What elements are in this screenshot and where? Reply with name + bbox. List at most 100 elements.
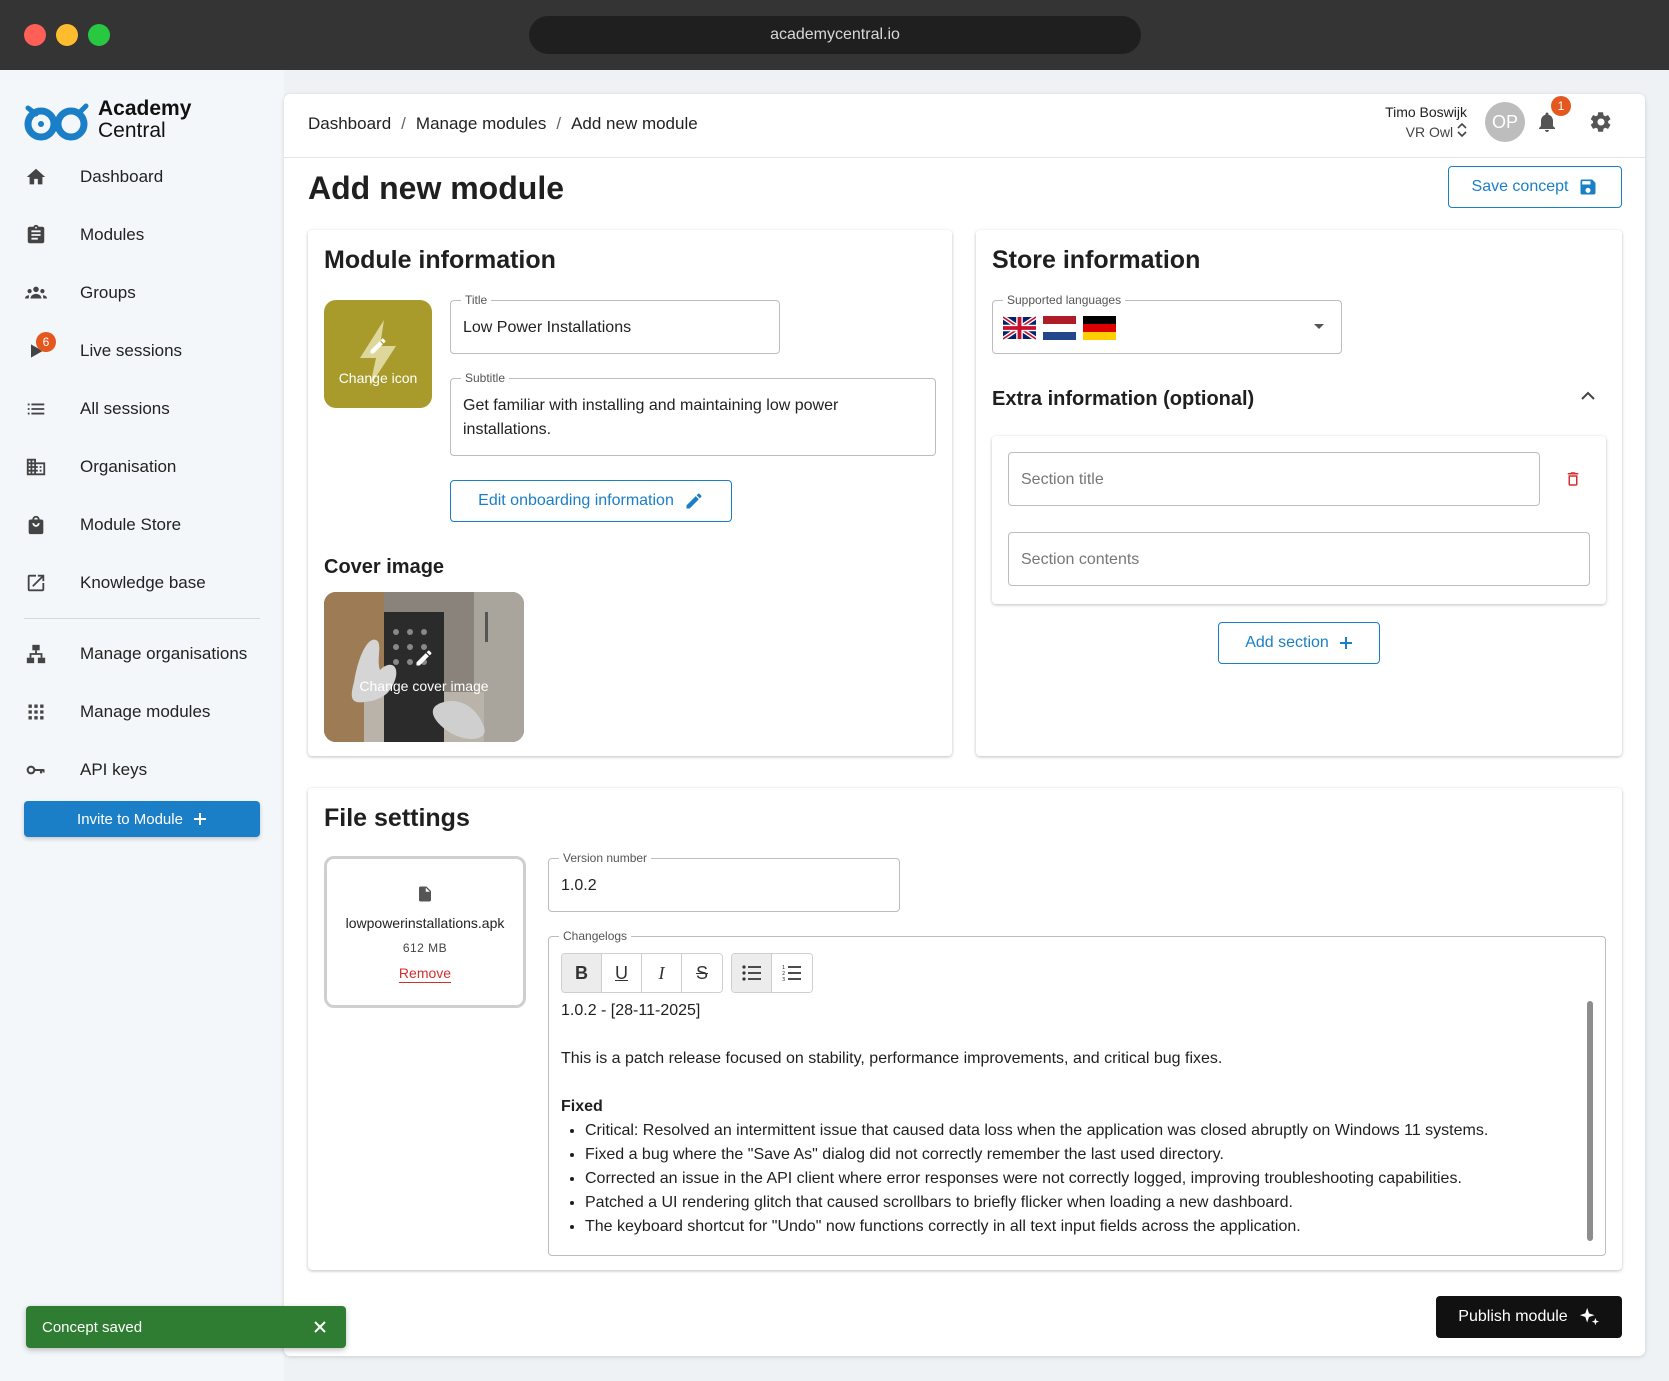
list-item: Corrected an issue in the API client whe… — [585, 1167, 1581, 1191]
changelog-editor[interactable]: Changelogs B U I S 123 1.0.2 - [28-11-20… — [548, 929, 1606, 1256]
extra-section-box: Section title Section contents — [992, 436, 1606, 604]
sidebar-item-manage-organisations[interactable]: Manage organisations — [0, 625, 284, 683]
version-input[interactable]: 1.0.2 — [561, 874, 597, 898]
sidebar-item-modules[interactable]: Modules — [0, 206, 284, 264]
edit-onboarding-button[interactable]: Edit onboarding information — [450, 480, 732, 522]
breadcrumb: Dashboard / Manage modules / Add new mod… — [308, 114, 698, 134]
change-icon-label: Change icon — [338, 370, 418, 386]
underline-button[interactable]: U — [602, 954, 642, 992]
topbar: Dashboard / Manage modules / Add new mod… — [284, 94, 1645, 158]
remove-label: Remove — [398, 965, 452, 983]
section-contents-input[interactable]: Section contents — [1008, 532, 1590, 586]
sidebar-item-live-sessions[interactable]: 6 Live sessions — [0, 322, 284, 380]
clipboard-icon — [24, 223, 48, 247]
grid-icon — [24, 700, 48, 724]
brand-line2: Central — [98, 119, 166, 142]
list-item: Critical: Resolved an intermittent issue… — [585, 1119, 1581, 1143]
uk-flag-icon — [1003, 316, 1036, 340]
supported-languages-select[interactable]: Supported languages — [992, 293, 1342, 354]
sidebar-item-label: Module Store — [80, 515, 182, 534]
external-link-icon — [24, 571, 48, 595]
minimize-window-button[interactable] — [56, 24, 78, 46]
title-field[interactable]: Title Low Power Installations — [450, 293, 780, 354]
sidebar-item-label: Groups — [80, 283, 136, 302]
store-information-card: Store information Supported languages Ex… — [976, 230, 1622, 756]
sidebar-item-module-store[interactable]: Module Store — [0, 496, 284, 554]
avatar[interactable]: OP — [1485, 102, 1525, 142]
list-item: Fixed a bug where the "Save As" dialog d… — [585, 1143, 1581, 1167]
save-icon — [1580, 179, 1596, 195]
sidebar-item-label: Modules — [80, 225, 145, 244]
list-button-group: 123 — [731, 953, 813, 993]
unfold-icon — [1457, 122, 1467, 138]
save-concept-button[interactable]: Save concept — [1448, 166, 1622, 208]
sidebar-item-label: API keys — [80, 760, 148, 779]
user-switcher[interactable]: Timo Boswijk VR Owl — [1385, 102, 1467, 142]
window-titlebar: academycentral.io — [0, 0, 1669, 70]
section-title-input[interactable]: Section title — [1008, 452, 1540, 506]
sidebar-item-knowledge-base[interactable]: Knowledge base — [0, 554, 284, 612]
bold-button[interactable]: B — [562, 954, 602, 992]
user-org-label: VR Owl — [1405, 124, 1454, 140]
title-input[interactable]: Low Power Installations — [463, 316, 631, 340]
store-information-heading: Store information — [992, 246, 1201, 274]
sidebar-item-manage-modules[interactable]: Manage modules — [0, 683, 284, 741]
add-section-button[interactable]: Add section — [1218, 622, 1380, 664]
edit-onboarding-label: Edit onboarding information — [478, 492, 674, 509]
delete-icon[interactable] — [1564, 468, 1582, 490]
subtitle-field[interactable]: Subtitle Get familiar with installing an… — [450, 371, 936, 456]
sidebar-item-groups[interactable]: Groups — [0, 264, 284, 322]
close-window-button[interactable] — [24, 24, 46, 46]
module-icon-tile[interactable]: Change icon — [324, 300, 432, 408]
changelog-content[interactable]: 1.0.2 - [28-11-2025] This is a patch rel… — [561, 999, 1581, 1239]
netherlands-flag-icon — [1043, 316, 1076, 340]
user-name: Timo Boswijk — [1385, 104, 1467, 120]
strikethrough-button[interactable]: S — [682, 954, 722, 992]
sparkle-icon — [1579, 1307, 1599, 1326]
remove-file-link[interactable]: Remove — [327, 965, 523, 983]
close-icon[interactable] — [310, 1317, 330, 1337]
sidebar-item-label: Manage modules — [80, 702, 211, 721]
editor-scrollbar[interactable] — [1587, 1001, 1593, 1241]
sidebar-item-organisation[interactable]: Organisation — [0, 438, 284, 496]
sidebar-item-label: Organisation — [80, 457, 177, 476]
sidebar-item-dashboard[interactable]: Dashboard — [0, 148, 284, 206]
main-panel: Dashboard / Manage modules / Add new mod… — [284, 94, 1645, 1356]
building-icon — [24, 455, 48, 479]
editor-toolbar: B U I S 123 — [561, 953, 813, 993]
dropdown-arrow-icon[interactable] — [1313, 323, 1325, 331]
section-contents-placeholder: Section contents — [1021, 551, 1140, 568]
publish-module-button[interactable]: Publish module — [1436, 1296, 1622, 1338]
italic-button[interactable]: I — [642, 954, 682, 992]
sidebar-item-api-keys[interactable]: API keys — [0, 741, 284, 799]
notification-badge: 1 — [1551, 96, 1571, 116]
cover-image[interactable]: Change cover image — [324, 592, 524, 742]
subtitle-input[interactable]: Get familiar with installing and maintai… — [463, 394, 893, 442]
file-icon — [419, 886, 431, 902]
breadcrumb-dashboard[interactable]: Dashboard — [308, 114, 391, 134]
live-sessions-badge: 6 — [36, 332, 56, 352]
version-number-field[interactable]: Version number 1.0.2 — [548, 851, 900, 912]
bulleted-list-button[interactable] — [732, 954, 772, 992]
page-title: Add new module — [308, 170, 564, 206]
maximize-window-button[interactable] — [88, 24, 110, 46]
breadcrumb-manage-modules[interactable]: Manage modules — [416, 114, 546, 134]
numbered-list-button[interactable]: 123 — [772, 954, 812, 992]
cover-image-heading: Cover image — [324, 556, 445, 578]
file-size: 612 MB — [402, 941, 448, 955]
logo[interactable]: Academy Central — [24, 98, 191, 142]
file-settings-heading: File settings — [324, 804, 470, 832]
gear-icon[interactable] — [1589, 110, 1613, 134]
url-bar[interactable]: academycentral.io — [529, 16, 1141, 54]
hierarchy-icon — [24, 642, 48, 666]
sidebar-item-all-sessions[interactable]: All sessions — [0, 380, 284, 438]
chevron-up-icon[interactable] — [1580, 390, 1596, 402]
breadcrumb-separator: / — [401, 114, 406, 133]
brand-name: Academy Central — [98, 98, 191, 142]
sidebar-item-label: Knowledge base — [80, 573, 206, 592]
breadcrumb-separator: / — [556, 114, 562, 133]
invite-label: Invite to Module — [77, 810, 183, 828]
invite-to-module-button[interactable]: Invite to Module — [24, 801, 260, 837]
changelog-intro: This is a patch release focused on stabi… — [561, 1050, 1223, 1067]
germany-flag-icon — [1083, 316, 1116, 340]
